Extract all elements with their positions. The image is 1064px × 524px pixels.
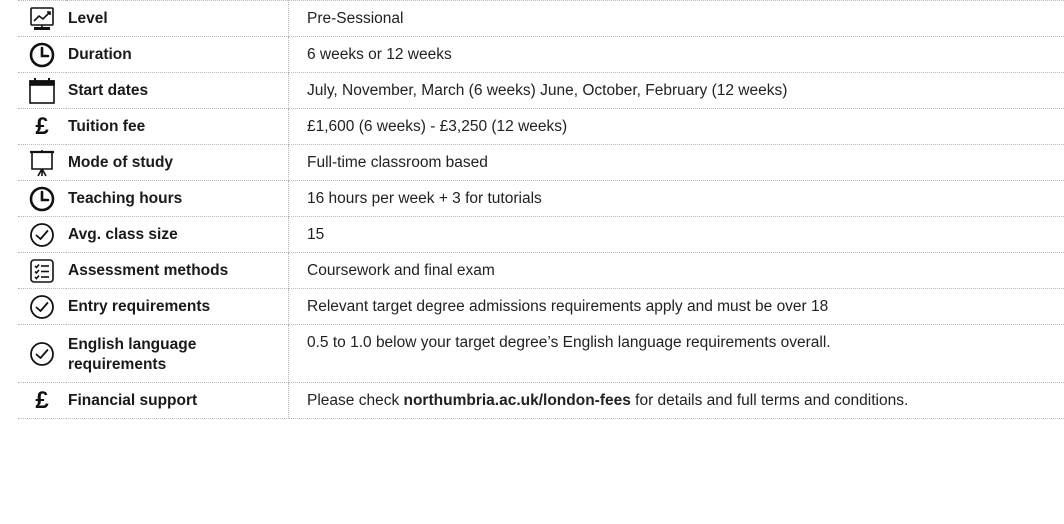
table-row-teaching-hours: Teaching hours 16 hours per week + 3 for… xyxy=(18,180,1064,217)
value-suffix-text: for details and full terms and condition… xyxy=(630,391,909,409)
pound-icon: £ xyxy=(35,386,49,414)
row-label: Financial support xyxy=(66,382,289,419)
row-label: Teaching hours xyxy=(66,180,289,217)
row-value: Relevant target degree admissions requir… xyxy=(288,288,1064,325)
row-label: English language requirements xyxy=(66,324,289,383)
row-label: Start dates xyxy=(66,72,289,109)
course-info-table-container: Level Pre-Sessional Duration 6 weeks or … xyxy=(18,0,1064,419)
presentation-board-icon xyxy=(27,148,57,178)
clock-icon xyxy=(27,40,57,70)
row-label: Assessment methods xyxy=(66,252,289,289)
row-value: Full-time classroom based xyxy=(288,144,1064,181)
row-value: July, November, March (6 weeks) June, Oc… xyxy=(288,72,1064,109)
table-row-level: Level Pre-Sessional xyxy=(18,0,1064,37)
course-info-table: Level Pre-Sessional Duration 6 weeks or … xyxy=(18,0,1064,419)
row-label: Level xyxy=(66,0,289,37)
row-label: Duration xyxy=(66,36,289,73)
calendar-icon xyxy=(27,76,57,106)
row-value: 0.5 to 1.0 below your target degree’s En… xyxy=(288,324,1064,383)
table-row-assessment: Assessment methods Coursework and final … xyxy=(18,252,1064,289)
table-row-financial-support: £ Financial support Please check northum… xyxy=(18,382,1064,419)
chart-monitor-icon xyxy=(27,4,57,34)
table-row-mode-of-study: Mode of study Full-time classroom based xyxy=(18,144,1064,181)
row-value: £1,600 (6 weeks) - £3,250 (12 weeks) xyxy=(288,108,1064,145)
row-value: 16 hours per week + 3 for tutorials xyxy=(288,180,1064,217)
row-value: 6 weeks or 12 weeks xyxy=(288,36,1064,73)
table-row-class-size: Avg. class size 15 xyxy=(18,216,1064,253)
row-label: Entry requirements xyxy=(66,288,289,325)
check-circle-icon xyxy=(27,220,57,250)
row-label: Avg. class size xyxy=(66,216,289,253)
table-row-entry-requirements: Entry requirements Relevant target degre… xyxy=(18,288,1064,325)
check-circle-icon xyxy=(27,339,57,369)
row-value: Coursework and final exam xyxy=(288,252,1064,289)
table-row-duration: Duration 6 weeks or 12 weeks xyxy=(18,36,1064,73)
table-row-tuition-fee: £ Tuition fee £1,600 (6 weeks) - £3,250 … xyxy=(18,108,1064,145)
checklist-icon xyxy=(27,256,57,286)
table-row-english-requirements: English language requirements 0.5 to 1.0… xyxy=(18,324,1064,383)
row-value: Please check northumbria.ac.uk/london-fe… xyxy=(288,382,1064,419)
value-prefix-text: Please check xyxy=(307,391,404,409)
pound-icon: £ xyxy=(35,112,49,140)
row-label: Tuition fee xyxy=(66,108,289,145)
row-value: Pre-Sessional xyxy=(288,0,1064,37)
clock-icon xyxy=(27,184,57,214)
check-circle-icon xyxy=(27,292,57,322)
fees-link[interactable]: northumbria.ac.uk/london-fees xyxy=(404,392,631,409)
table-row-start-dates: Start dates July, November, March (6 wee… xyxy=(18,72,1064,109)
row-value: 15 xyxy=(288,216,1064,253)
row-label: Mode of study xyxy=(66,144,289,181)
